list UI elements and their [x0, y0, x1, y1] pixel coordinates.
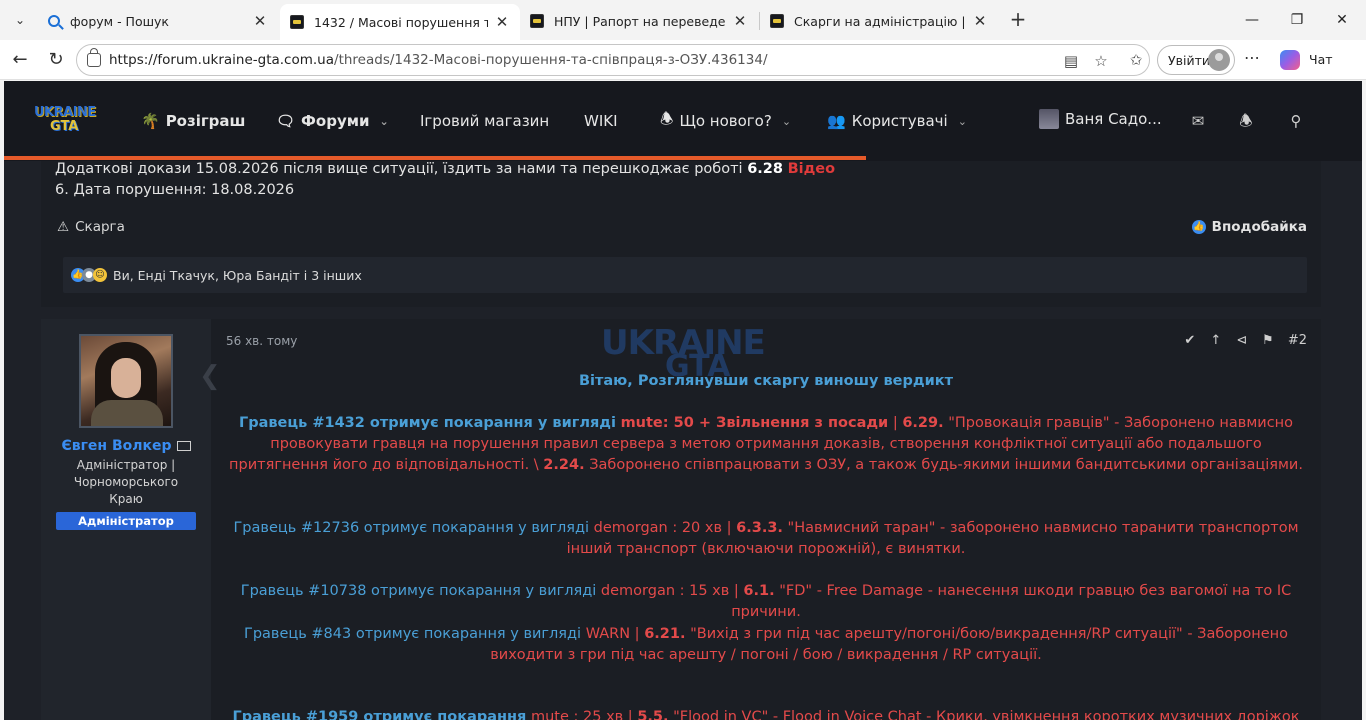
arrow-up-icon[interactable]: ↑ [1210, 333, 1222, 348]
author-name[interactable]: Євген Волкер [41, 438, 211, 454]
reactions-bar[interactable]: 👍 ● ☺ Ви, Енді Ткачук, Юра Бандіт і 3 ін… [63, 257, 1307, 293]
inbox-envelope-icon[interactable]: ✉ [1188, 111, 1208, 131]
post-1: Додаткові докази 15.08.2026 після вище с… [41, 161, 1321, 307]
post2-user-sidebar: Євген Волкер Адміністратор | Чорноморськ… [41, 319, 211, 720]
laugh-reaction-icon: ☺ [93, 268, 107, 282]
back-arrow-icon[interactable]: ← [8, 48, 32, 72]
scroll-progress-bar [4, 156, 866, 160]
video-link[interactable]: Відео [788, 161, 836, 177]
chat-bubble-icon: 🗨 [276, 112, 296, 130]
user-avatar [1039, 109, 1059, 129]
envelope-icon[interactable] [176, 441, 191, 451]
close-icon[interactable]: ✕ [494, 13, 510, 31]
nav-users[interactable]: 👥 Користувачі ⌄ [827, 109, 967, 133]
report-button[interactable]: ⚠ Скарга [57, 219, 125, 235]
verdict-3: Гравець #10738 отримує покарання у вигля… [240, 583, 1292, 620]
more-menu-icon[interactable]: ⋯ [1244, 48, 1261, 67]
verdict-greeting: Вітаю, Розглянувши скаргу виношу вердикт [578, 373, 954, 389]
close-icon[interactable]: ✕ [972, 12, 988, 30]
nav-forums[interactable]: 🗨 Форуми ⌄ [276, 109, 389, 133]
post-time[interactable]: 56 хв. тому [226, 334, 297, 348]
minimize-icon[interactable]: — [1240, 8, 1264, 32]
post-actions: ✔ ↑ ⊲ ⚑ #2 [1184, 333, 1307, 348]
window-close-icon[interactable]: ✕ [1330, 8, 1354, 32]
gta-favicon-icon [770, 14, 784, 28]
bell-icon: 🕭 [660, 109, 674, 128]
post-2: Євген Волкер Адміністратор | Чорноморськ… [41, 319, 1321, 720]
author-role-badge: Адміністратор [56, 512, 196, 530]
search-icon[interactable]: ⚲ [1286, 111, 1306, 131]
forum-navbar: UKRAINE GTA 🌴 Розіграш 🗨 Форуми ⌄ Ігрови… [4, 81, 1362, 161]
close-icon[interactable]: ✕ [732, 12, 748, 30]
reading-view-icon[interactable]: ▤ [1061, 51, 1081, 71]
favorites-icon[interactable]: ✩ [1126, 50, 1146, 70]
check-circle-icon[interactable]: ✔ [1184, 333, 1196, 348]
new-tab-plus-icon[interactable]: + [1006, 8, 1030, 32]
favorite-star-icon[interactable]: ☆ [1091, 51, 1111, 71]
copilot-icon[interactable] [1280, 50, 1300, 70]
users-icon: 👥 [827, 112, 846, 130]
like-button[interactable]: 👍 Вподобайка [1191, 219, 1307, 235]
nav-user-account[interactable]: Ваня Садо... [1039, 109, 1162, 129]
verdict-1: Гравець #1432 отримує покарання у вигляд… [229, 415, 1303, 473]
site-logo[interactable]: UKRAINE GTA [32, 103, 96, 139]
alerts-bell-icon[interactable]: 🕭 [1236, 111, 1256, 131]
tab-list-chevron-icon[interactable]: ⌄ [8, 8, 32, 32]
gta-favicon-icon [530, 14, 544, 28]
nav-game-shop[interactable]: Ігровий магазин [420, 109, 549, 133]
post-arrow: ❮ [199, 361, 221, 391]
chat-button[interactable]: Чат [1309, 52, 1333, 67]
post1-date-line: 6. Дата порушення: 18.08.2026 [55, 182, 295, 198]
verdict-2: Гравець #12736 отримує покарання у вигля… [233, 520, 1299, 557]
tab-search[interactable]: форум - Пошук ✕ [38, 6, 278, 36]
nav-giveaway[interactable]: 🌴 Розіграш [141, 109, 245, 133]
browser-tabbar: ⌄ форум - Пошук ✕ 1432 / Масові порушенн… [0, 0, 1366, 40]
address-bar[interactable]: https://forum.ukraine-gta.com.ua/threads… [76, 44, 1150, 76]
tab-admin-complaints[interactable]: Скарги на адміністрацію | UKRAI ✕ [760, 6, 998, 36]
warning-icon: ⚠ [57, 219, 70, 235]
tab-thread[interactable]: 1432 / Масові порушення та співп ✕ [280, 4, 520, 40]
avatar-face [111, 358, 141, 398]
nav-whats-new[interactable]: 🕭 Що нового? ⌄ [660, 109, 791, 133]
verdict-4: Гравець #843 отримує покарання у вигляді… [243, 626, 1288, 663]
share-icon[interactable]: ⊲ [1236, 333, 1248, 348]
signin-button[interactable]: Увійти [1157, 45, 1235, 75]
verdict-5: Гравець #1959 отримує покарання mute : 2… [232, 709, 1300, 720]
avatar-coat [91, 400, 163, 426]
post-number[interactable]: #2 [1288, 333, 1307, 348]
nav-wiki[interactable]: WIKI [584, 109, 618, 133]
browser-toolbar: ← ↻ https://forum.ukraine-gta.com.ua/thr… [0, 40, 1366, 80]
tab-npu-report[interactable]: НПУ | Рапорт на переведення | С ✕ [520, 6, 758, 36]
chevron-down-icon[interactable]: ⌄ [958, 115, 967, 128]
reload-icon[interactable]: ↻ [44, 48, 68, 72]
url-text[interactable]: https://forum.ukraine-gta.com.ua/threads… [109, 52, 768, 68]
chevron-down-icon[interactable]: ⌄ [380, 115, 389, 128]
restore-icon[interactable]: ❐ [1285, 8, 1309, 32]
post1-evidence-line: Додаткові докази 15.08.2026 після вище с… [55, 161, 836, 177]
gta-favicon-icon [290, 15, 304, 29]
profile-avatar-icon [1208, 49, 1230, 71]
thumbs-up-icon: 👍 [1191, 220, 1206, 234]
palm-tree-icon: 🌴 [141, 112, 160, 130]
author-title: Адміністратор | Чорноморського Краю [73, 458, 179, 506]
close-icon[interactable]: ✕ [252, 12, 268, 30]
chevron-down-icon[interactable]: ⌄ [782, 115, 791, 128]
bookmark-icon[interactable]: ⚑ [1262, 333, 1274, 348]
lock-icon[interactable] [87, 48, 101, 67]
author-avatar[interactable] [79, 334, 173, 428]
forum-page: UKRAINE GTA 🌴 Розіграш 🗨 Форуми ⌄ Ігрови… [4, 81, 1362, 720]
search-favicon-icon [48, 15, 60, 27]
